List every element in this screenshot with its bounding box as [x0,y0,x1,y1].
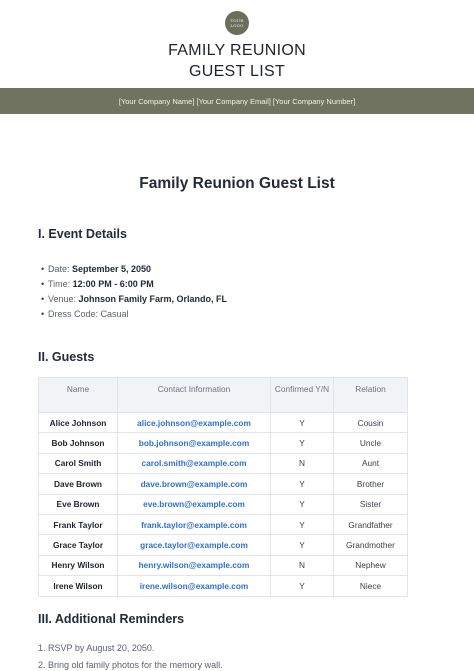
guest-relation: Uncle [333,432,408,454]
event-venue-item: Venue: Johnson Family Farm, Orlando, FL [41,292,227,307]
guest-name: Dave Brown [38,473,118,495]
event-time-value: 12:00 PM - 6:00 PM [72,279,154,289]
guest-email-link[interactable]: irene.wilson@example.com [117,575,271,597]
guest-name: Bob Johnson [38,432,118,454]
guest-table: Name Contact Information Confirmed Y/N R… [38,377,408,597]
event-dresscode-item: Dress Code: Casual [41,307,227,322]
reminder-item: 1. RSVP by August 20, 2050. [38,643,155,653]
guest-email-link[interactable]: henry.wilson@example.com [117,554,271,577]
table-row: Frank Taylor frank.taylor@example.com Y … [38,513,408,536]
event-date-label: Date: [48,264,73,274]
event-venue-label: Venue: [48,294,79,304]
guest-confirmed: Y [270,534,334,556]
guest-email-link[interactable]: dave.brown@example.com [117,473,271,495]
table-row: Carol Smith carol.smith@example.com N Au… [38,452,408,475]
table-row: Dave Brown dave.brown@example.com Y Brot… [38,473,408,495]
guest-email-link[interactable]: alice.johnson@example.com [117,411,271,434]
guest-email-link[interactable]: bob.johnson@example.com [117,432,271,454]
event-venue-value: Johnson Family Farm, Orlando, FL [78,294,228,304]
company-logo: YOUR LOGO [225,11,249,35]
guest-relation: Sister [333,493,408,515]
guest-name: Frank Taylor [38,513,118,536]
event-dresscode-label: Dress Code: Casual [48,309,129,319]
guest-email-link[interactable]: carol.smith@example.com [117,452,271,475]
column-header-contact: Contact Information [117,377,271,413]
guest-name: Eve Brown [38,493,118,515]
guest-confirmed: Y [270,513,334,536]
logo-text-line2: LOGO [230,23,244,28]
company-info-text: [Your Company Name] [Your Company Email]… [118,96,356,106]
guest-email-link[interactable]: frank.taylor@example.com [117,513,271,536]
guest-confirmed: Y [270,493,334,515]
event-time-item: Time: 12:00 PM - 6:00 PM [41,277,227,292]
guest-name: Henry Wilson [38,554,118,577]
brand-title-line2: GUEST LIST [188,63,286,80]
reminders-list: 1. RSVP by August 20, 2050. 2. Bring old… [38,640,223,671]
document-title: Family Reunion Guest List [139,175,335,192]
guest-confirmed: Y [270,473,334,495]
table-row: Bob Johnson bob.johnson@example.com Y Un… [38,432,408,454]
column-header-relation: Relation [333,377,408,413]
guest-relation: Grandmother [333,534,408,556]
guest-confirmed: Y [270,575,334,597]
column-header-name: Name [38,377,118,413]
guest-confirmed: N [270,452,334,475]
guest-name: Alice Johnson [38,411,118,434]
guest-confirmed: N [270,554,334,577]
column-header-confirmed: Confirmed Y/N [270,377,334,413]
brand-title: FAMILY REUNION GUEST LIST [0,40,474,82]
event-details-list: Date: September 5, 2050 Time: 12:00 PM -… [41,262,227,322]
guests-heading: II. Guests [38,350,95,364]
table-row: Eve Brown eve.brown@example.com Y Sister [38,493,408,515]
guest-relation: Grandfather [333,513,408,536]
guest-confirmed: Y [270,411,334,434]
guest-relation: Aunt [333,452,408,475]
event-time-label: Time: [48,279,73,289]
guest-table-header-row: Name Contact Information Confirmed Y/N R… [38,377,408,413]
event-details-heading: I. Event Details [38,227,127,241]
table-row: Alice Johnson alice.johnson@example.com … [38,411,408,434]
reminder-item: 2. Bring old family photos for the memor… [38,660,223,670]
guest-relation: Brother [333,473,408,495]
reminders-heading: III. Additional Reminders [38,612,185,626]
table-row: Henry Wilson henry.wilson@example.com N … [38,554,408,577]
table-row: Irene Wilson irene.wilson@example.com Y … [38,575,408,597]
guest-relation: Cousin [333,411,408,434]
guest-relation: Nephew [333,554,408,577]
brand-title-line1: FAMILY REUNION [168,42,306,59]
company-info-band: [Your Company Name] [Your Company Email]… [0,88,474,114]
event-date-value: September 5, 2050 [72,264,152,274]
guest-name: Irene Wilson [38,575,118,597]
guest-confirmed: Y [270,432,334,454]
event-date-item: Date: September 5, 2050 [41,262,227,277]
guest-email-link[interactable]: grace.taylor@example.com [117,534,271,556]
guest-email-link[interactable]: eve.brown@example.com [117,493,271,515]
guest-name: Carol Smith [38,452,118,475]
guest-relation: Niece [333,575,408,597]
guest-name: Grace Taylor [38,534,118,556]
table-row: Grace Taylor grace.taylor@example.com Y … [38,534,408,556]
